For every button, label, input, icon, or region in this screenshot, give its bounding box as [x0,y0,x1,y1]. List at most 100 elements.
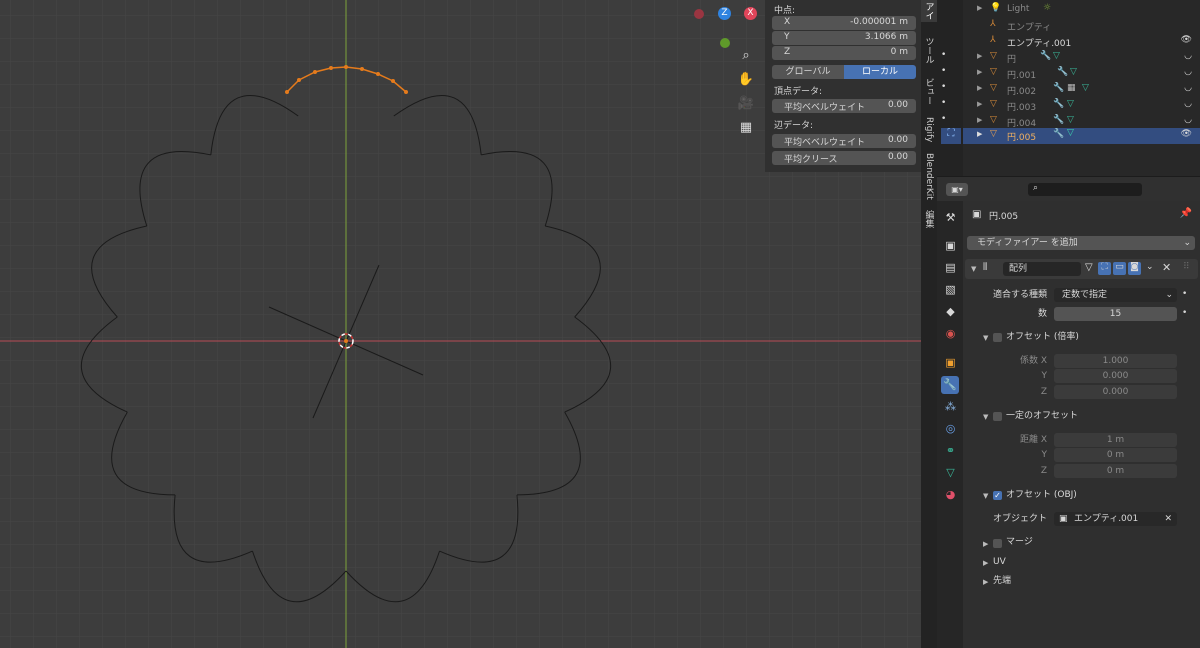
editmode-cage-icon[interactable]: ▽ [1085,262,1093,273]
add-modifier-dropdown[interactable]: モディファイアー を追加 ⌄ [967,236,1195,250]
tab-rigify[interactable]: Rigify [921,114,937,146]
keyframe-dot-icon[interactable]: • [1182,308,1187,318]
grid-perspective-icon[interactable]: ▦ [737,120,755,138]
modifier-wrench-icon[interactable]: 🔧 [941,376,959,394]
outliner-row-light[interactable]: ▶ 💡 Light ☼ [963,2,1200,18]
material-icon[interactable]: ◕ [944,488,957,501]
global-button[interactable]: グローバル [772,65,844,79]
tool-icon[interactable]: ⚒ [944,211,957,224]
expand-arrow-icon[interactable]: ▶ [977,116,982,124]
modifier-name-input[interactable]: 配列 [1003,262,1081,276]
edit-mode-icon[interactable]: ⛶ [941,128,961,144]
expand-arrow-icon[interactable]: ▶ [977,100,982,108]
physics-icon[interactable]: ◎ [944,422,957,435]
tab-edit[interactable]: 編集 [921,206,937,232]
factor-z-field[interactable]: 0.000 [1054,385,1177,399]
render-camera-icon[interactable]: ◙ [1128,262,1141,275]
eye-closed-icon[interactable]: ◡ [1184,99,1192,109]
eye-closed-icon[interactable]: ◡ [1184,83,1192,93]
outliner-row-empty-001[interactable]: ⅄ エンプティ.001 👁 [963,34,1200,50]
outliner-row-circle-003[interactable]: ▶ ▽ 円.003 🔧 ▽ ◡ [963,98,1200,114]
median-z-field[interactable]: Z 0 m [772,46,916,60]
view-layer-icon[interactable]: ▧ [944,283,957,296]
neg-x-dot[interactable] [694,9,704,19]
collapse-arrow-icon[interactable]: ▼ [983,413,988,421]
edit-mode-toggle-icon[interactable]: ⛶ [1098,262,1111,275]
outliner-row-circle[interactable]: ▶ ▽ 円 🔧 ▽ ◡ [963,50,1200,66]
nav-gizmo[interactable]: Z X [690,4,760,49]
distance-x-field[interactable]: 1 m [1054,433,1177,447]
factor-y-field[interactable]: 0.000 [1054,369,1177,383]
eye-closed-icon[interactable]: ◡ [1184,51,1192,61]
viewport-display-icon[interactable]: ▭ [1113,262,1126,275]
expand-arrow-icon[interactable]: ▶ [983,559,988,567]
pin-icon[interactable]: 📌 [1180,208,1192,219]
pan-hand-icon[interactable]: ✋ [737,72,755,90]
render-icon[interactable]: ▣ [944,239,957,252]
expand-arrow-icon[interactable]: ▶ [977,68,982,76]
uv-section[interactable]: UV [993,555,1006,569]
local-button[interactable]: ローカル [844,65,916,79]
outliner-row-circle-001[interactable]: ▶ ▽ 円.001 🔧 ▽ ◡ [963,66,1200,82]
outliner-row-circle-005[interactable]: ▶ ▽ 円.005 🔧 ▽ 👁 [963,128,1200,144]
eye-closed-icon[interactable]: ◡ [1184,115,1192,125]
expand-arrow-icon[interactable]: ▶ [983,540,988,548]
merge-checkbox[interactable] [993,539,1002,548]
collapse-arrow-icon[interactable]: ▼ [983,334,988,342]
tab-tool[interactable]: ツール [921,30,937,70]
chevron-down-icon[interactable]: ⌄ [1146,262,1154,272]
object-offset-checkbox[interactable]: ✓ [993,491,1002,500]
close-icon[interactable]: ✕ [1162,261,1171,274]
world-icon[interactable]: ◉ [944,327,957,340]
zoom-icon[interactable]: ⌕ [737,48,755,66]
clear-x-icon[interactable]: ✕ [1164,512,1172,526]
3d-viewport[interactable]: Z X ⌕ ✋ 🎥 ▦ 中点: X -0.000001 m Y 3.1066 m… [0,0,921,648]
outliner-row-empty[interactable]: ⅄ エンプティ [963,18,1200,34]
mesh-data-icon[interactable]: ▽ [944,466,957,479]
fit-type-dropdown[interactable]: 定数で指定 ⌄ [1054,288,1177,302]
crease-field[interactable]: 平均クリース 0.00 [772,151,916,165]
eye-icon[interactable]: 👁 [1181,35,1192,45]
keyframe-dot-icon[interactable]: • [1182,289,1187,299]
collapse-arrow-icon[interactable]: ▼ [983,492,988,500]
count-field[interactable]: 15 [1054,307,1177,321]
expand-arrow-icon[interactable]: ▶ [983,578,988,586]
relative-offset-checkbox[interactable] [993,333,1002,342]
y-axis-dot[interactable] [720,38,730,48]
tab-blenderkit[interactable]: BlenderKit [921,152,937,200]
object-picker[interactable]: ▣ エンプティ.001 ✕ [1054,512,1177,526]
crease-label: 平均クリース [784,155,838,165]
factor-x-field[interactable]: 1.000 [1054,354,1177,368]
collapse-arrow-icon[interactable]: ▼ [971,265,976,273]
expand-arrow-icon[interactable]: ▶ [977,52,982,60]
constraints-icon[interactable]: ⚭ [944,444,957,457]
tab-item[interactable]: アイ [921,0,937,22]
outliner-row-circle-002[interactable]: ▶ ▽ 円.002 🔧 ▦ ▽ ◡ [963,82,1200,98]
camera-icon[interactable]: 🎥 [737,96,755,114]
z-axis-icon[interactable]: Z [718,7,731,20]
constant-offset-checkbox[interactable] [993,412,1002,421]
distance-y-field[interactable]: 0 m [1054,448,1177,462]
median-y-field[interactable]: Y 3.1066 m [772,31,916,45]
eye-icon[interactable]: 👁 [1181,129,1192,139]
drag-handle-icon[interactable]: ⠿ [1183,262,1190,272]
caps-section[interactable]: 先端 [993,574,1011,588]
expand-arrow-icon[interactable]: ▶ [977,4,982,12]
median-x-field[interactable]: X -0.000001 m [772,16,916,30]
expand-arrow-icon[interactable]: ▶ [977,84,982,92]
expand-arrow-icon[interactable]: ▶ [977,130,982,138]
object-icon[interactable]: ▣ [944,356,957,369]
search-input[interactable]: ⌕ [1028,183,1142,196]
editor-type-dropdown[interactable]: ▣▾ [946,183,968,196]
modifier-header[interactable]: ▼ ⫴ 配列 ▽ ⛶ ▭ ◙ ⌄ ✕ ⠿ [965,259,1198,279]
outliner[interactable]: ▶ 💡 Light ☼ ⅄ エンプティ ⅄ エンプティ.001 👁 ▶ ▽ 円 … [941,0,1200,176]
vertex-bevel-field[interactable]: 平均ベベルウェイト 0.00 [772,99,916,113]
edge-bevel-field[interactable]: 平均ベベルウェイト 0.00 [772,134,916,148]
eye-closed-icon[interactable]: ◡ [1184,67,1192,77]
x-axis-icon[interactable]: X [744,7,757,20]
tab-view[interactable]: ビュー [921,74,937,108]
distance-z-field[interactable]: 0 m [1054,464,1177,478]
scene-icon[interactable]: ◆ [944,305,957,318]
particles-icon[interactable]: ⁂ [944,400,957,413]
output-icon[interactable]: ▤ [944,261,957,274]
